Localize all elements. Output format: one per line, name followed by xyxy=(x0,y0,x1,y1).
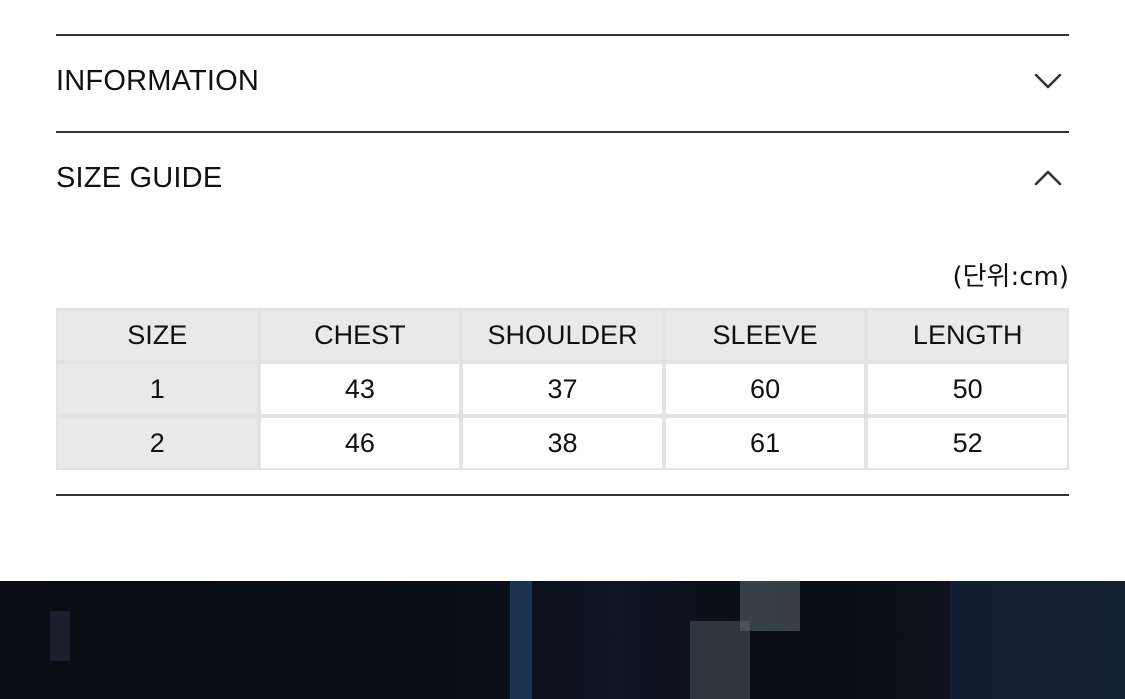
chevron-down-icon[interactable] xyxy=(1031,64,1065,98)
shoulder-cell: 37 xyxy=(461,362,664,416)
header-cell-length: LENGTH xyxy=(866,308,1069,362)
chest-cell: 43 xyxy=(258,362,462,416)
shoulder-cell: 38 xyxy=(461,416,664,470)
sleeve-cell: 61 xyxy=(663,416,867,470)
header-cell-chest: CHEST xyxy=(258,308,462,362)
photo-shape xyxy=(50,611,70,661)
size-table-header-row: SIZE CHEST SHOULDER SLEEVE LENGTH xyxy=(56,308,1069,362)
information-title: INFORMATION xyxy=(56,64,260,97)
size-guide-title: SIZE GUIDE xyxy=(56,161,223,194)
size-cell: 2 xyxy=(56,416,259,470)
photo-shape xyxy=(690,621,750,699)
photo-shape xyxy=(740,581,800,631)
table-row: 2 46 38 61 52 xyxy=(56,416,1069,470)
header-cell-shoulder: SHOULDER xyxy=(461,308,664,362)
information-accordion-header[interactable]: INFORMATION xyxy=(56,34,1069,128)
header-cell-sleeve: SLEEVE xyxy=(663,308,867,362)
chevron-up-icon[interactable] xyxy=(1031,161,1065,195)
size-guide-accordion-header[interactable]: SIZE GUIDE xyxy=(56,131,1069,225)
photo-shape xyxy=(510,581,532,699)
size-table: SIZE CHEST SHOULDER SLEEVE LENGTH 1 43 3… xyxy=(56,308,1069,470)
bottom-divider xyxy=(56,494,1069,496)
chest-cell: 46 xyxy=(258,416,462,470)
table-row: 1 43 37 60 50 xyxy=(56,362,1069,416)
photo-shape xyxy=(950,581,1125,699)
size-cell: 1 xyxy=(56,362,259,416)
length-cell: 52 xyxy=(866,416,1069,470)
unit-label: (단위:cm) xyxy=(952,262,1069,292)
product-photo xyxy=(0,581,1125,699)
length-cell: 50 xyxy=(866,362,1069,416)
sleeve-cell: 60 xyxy=(663,362,867,416)
header-cell-size: SIZE xyxy=(56,308,259,362)
